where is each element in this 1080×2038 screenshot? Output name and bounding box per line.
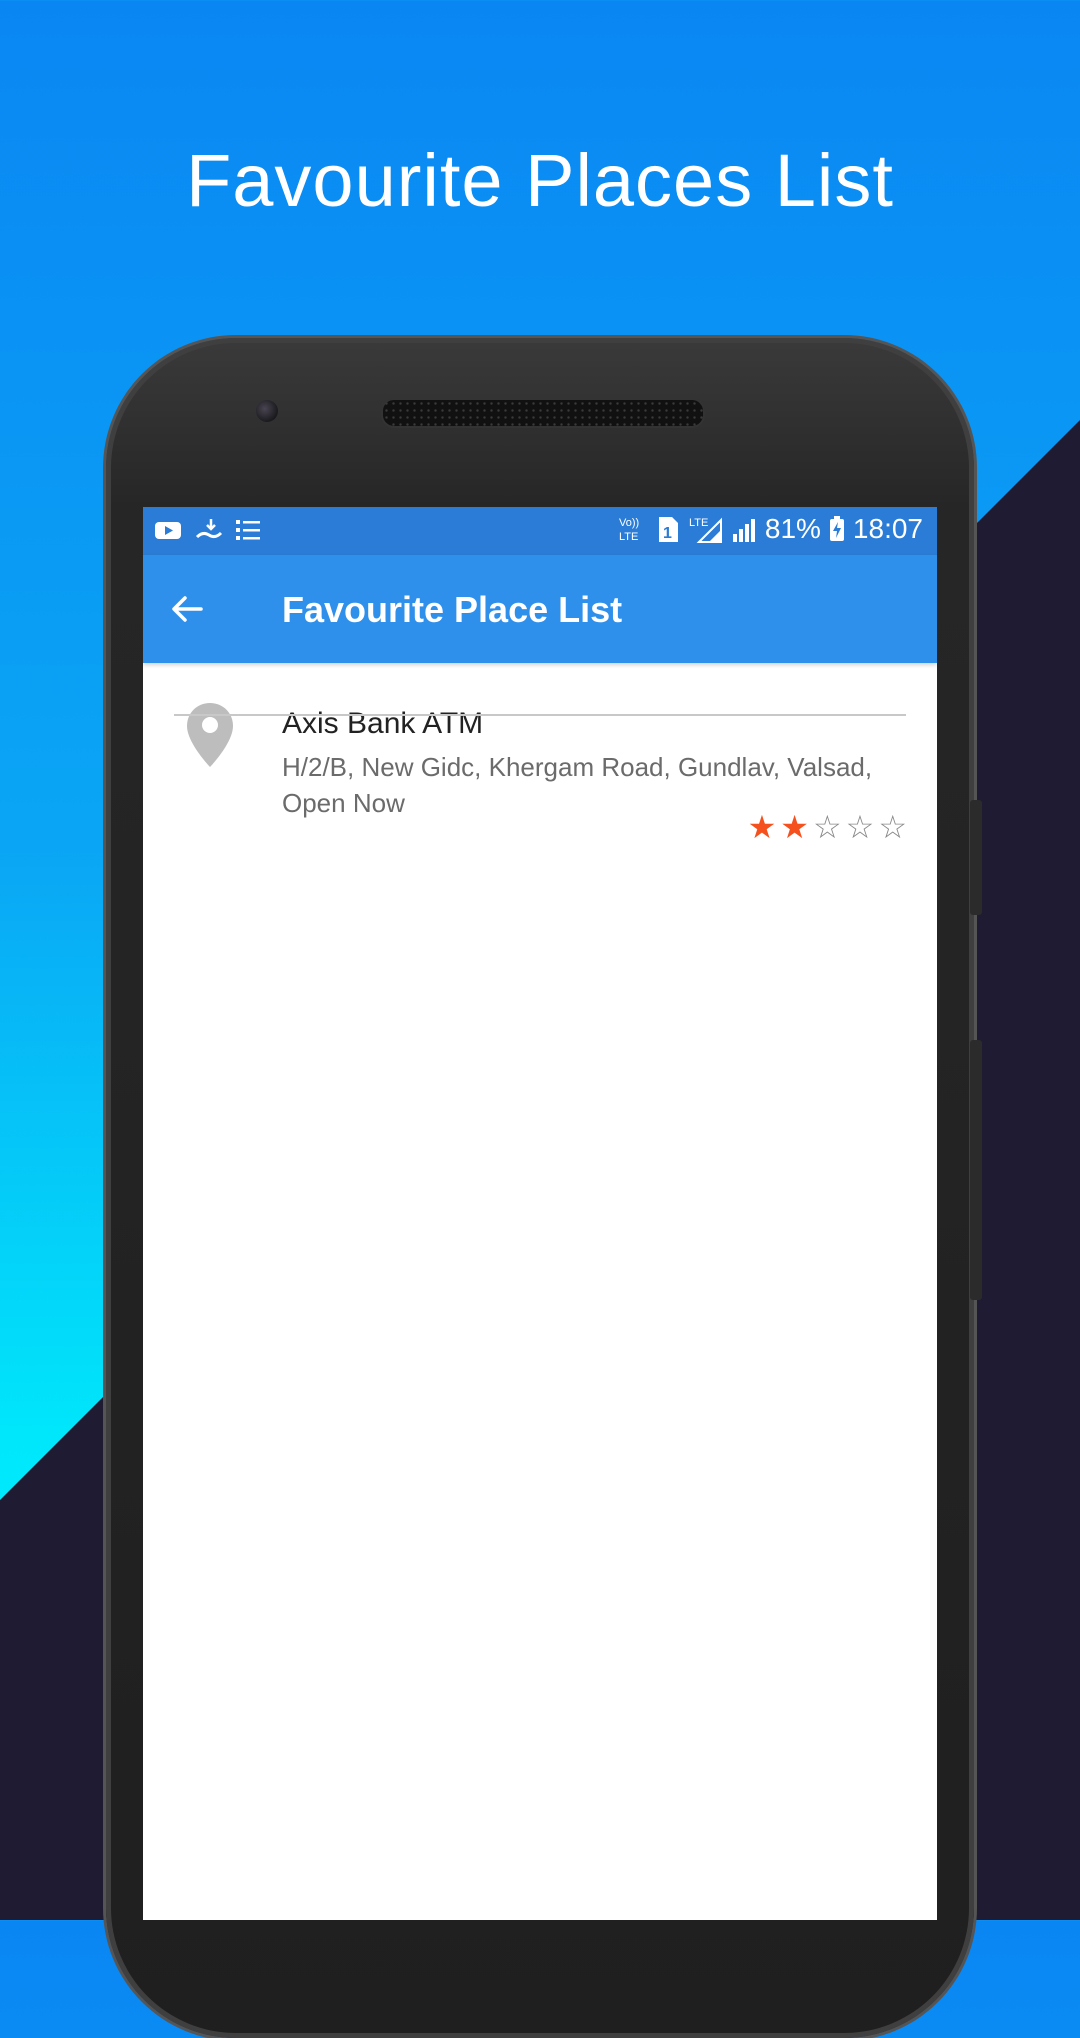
youtube-icon [155, 522, 181, 539]
phone-screen: Vo)) LTE 1 LTE 81% 18:07 Favourite Place… [143, 507, 937, 1920]
list-icon [236, 520, 260, 540]
app-bar-title: Favourite Place List [282, 589, 623, 630]
star-empty-icon: ☆ [845, 809, 875, 845]
svg-text:LTE: LTE [619, 531, 638, 543]
rating-stars: ★ ★ ☆ ☆ ☆ [748, 811, 907, 843]
place-name: Axis Bank ATM [282, 707, 484, 740]
promo-title: Favourite Places List [186, 139, 894, 222]
back-arrow-icon[interactable] [167, 589, 207, 629]
svg-text:Vo)): Vo)) [619, 517, 639, 529]
svg-text:LTE: LTE [689, 517, 708, 529]
phone-volume-button [970, 800, 982, 915]
list-item[interactable]: Axis Bank ATM H/2/B, New Gidc, Khergam R… [143, 663, 937, 877]
app-bar: Favourite Place List [143, 555, 937, 663]
sim-icon: 1 [658, 517, 678, 542]
status-bar: Vo)) LTE 1 LTE 81% 18:07 [143, 507, 937, 555]
data-transfer-icon [195, 519, 223, 539]
volte-icon: Vo)) LTE [619, 517, 639, 543]
phone-camera [256, 400, 278, 422]
svg-text:1: 1 [663, 525, 672, 542]
battery-percent: 81% [764, 513, 821, 544]
star-empty-icon: ☆ [812, 809, 842, 845]
status-time: 18:07 [852, 513, 923, 544]
star-filled-icon: ★ [747, 809, 777, 845]
location-pin-icon [187, 703, 233, 767]
signal-icon [732, 519, 755, 542]
phone-speaker [381, 398, 705, 428]
lte-signal-icon: LTE [689, 517, 722, 543]
star-empty-icon: ☆ [878, 809, 907, 845]
divider [174, 714, 906, 716]
star-filled-icon: ★ [780, 809, 809, 845]
phone-power-button [970, 1040, 982, 1300]
battery-charging-icon [829, 516, 844, 541]
